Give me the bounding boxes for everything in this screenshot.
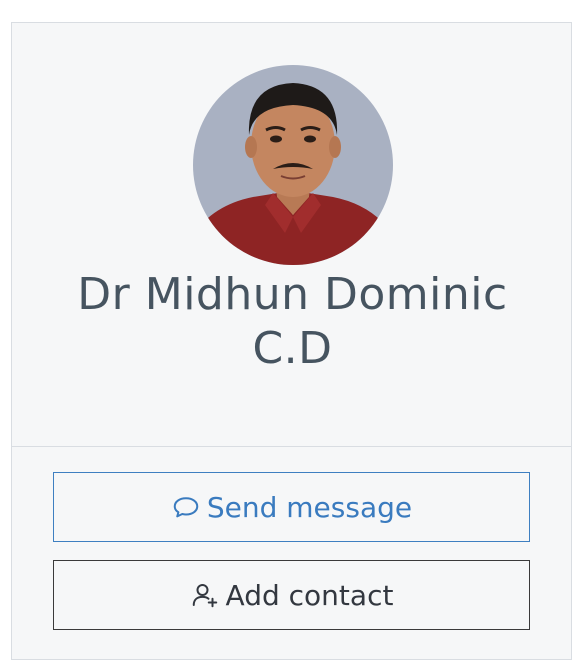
add-contact-button[interactable]: Add contact xyxy=(53,560,530,630)
profile-header: Dr Midhun Dominic C.D xyxy=(12,23,571,447)
profile-actions: Send message Add contact xyxy=(12,447,571,660)
user-add-icon xyxy=(190,580,220,610)
profile-card: Dr Midhun Dominic C.D Send message Add c… xyxy=(11,22,572,660)
profile-name: Dr Midhun Dominic C.D xyxy=(77,269,508,374)
add-contact-label: Add contact xyxy=(225,578,394,612)
send-message-label: Send message xyxy=(206,490,413,524)
avatar-photo xyxy=(193,65,393,265)
send-message-button[interactable]: Send message xyxy=(53,472,530,542)
avatar[interactable] xyxy=(193,65,393,265)
chat-bubble-icon xyxy=(171,492,201,522)
